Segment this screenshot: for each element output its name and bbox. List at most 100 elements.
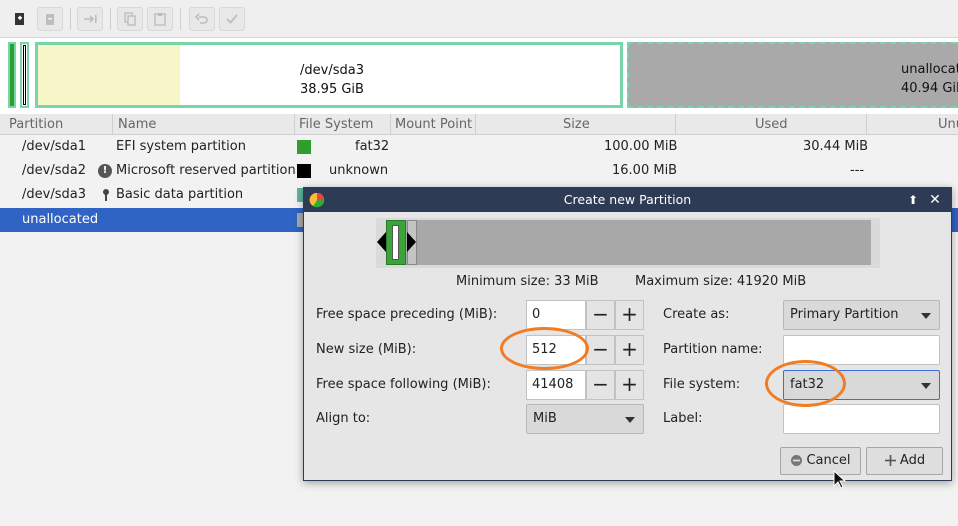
align-to-value: MiB [533,411,557,426]
partition-name-input[interactable] [783,335,940,365]
cell-used: 30.44 MiB [803,139,869,154]
label-input[interactable] [783,404,940,434]
align-to-label: Align to: [316,411,371,426]
add-icon [884,455,896,466]
delete-button[interactable] [37,7,63,31]
apply-button[interactable] [219,7,245,31]
paste-button[interactable] [147,7,173,31]
toolbar [0,0,958,38]
disk-map-sda1[interactable] [8,42,16,108]
resize-move-icon [84,15,97,23]
disk-map-sda3[interactable]: /dev/sda3 38.95 GiB [35,42,623,108]
cell-name: Basic data partition [116,187,244,202]
cell-name: EFI system partition [116,139,246,154]
file-system-value: fat32 [790,377,825,392]
chevron-down-icon [921,313,931,319]
undo-button[interactable] [189,7,215,31]
column-header-file-system[interactable]: File System [299,116,373,134]
free-preceding-spinner: 0 − + [526,300,644,330]
copy-icon [124,12,136,26]
file-system-label: File system: [663,377,741,392]
minimum-size-label: Minimum size: 33 MiB [456,274,599,289]
resize-move-button[interactable] [77,7,103,31]
disk-map-unallocated-name: unallocated [901,62,958,77]
free-following-label: Free space following (MiB): [316,377,491,392]
cell-file-system: fat32 [355,139,390,154]
new-partition-button[interactable] [7,7,33,31]
create-partition-dialog: Create new Partition ⬆ ✕ Minimum size: 3… [303,187,952,481]
key-icon [103,189,109,201]
resizer-new-partition[interactable] [386,220,406,265]
free-following-decrement-button[interactable]: − [586,370,615,400]
resize-left-arrow-icon[interactable] [377,232,386,252]
new-size-decrement-button[interactable]: − [586,335,615,365]
cell-partition: /dev/sda3 [22,187,86,202]
paste-icon [154,13,166,26]
column-header-name[interactable]: Name [118,116,156,134]
maximum-size-label: Maximum size: 41920 MiB [635,274,807,289]
delete-icon [46,14,54,25]
add-button[interactable]: Add [866,447,943,475]
cell-partition: /dev/sda2 [22,163,86,178]
align-to-dropdown[interactable]: MiB [526,404,644,434]
gparted-app-icon [309,192,325,208]
new-size-spinner: 512 − + [526,335,644,365]
new-size-increment-button[interactable]: + [615,335,644,365]
cancel-button-label: Cancel [806,453,851,468]
dialog-title: Create new Partition [563,192,692,207]
disk-map-unallocated[interactable]: unallocated 40.94 GiB [627,42,958,108]
free-following-input[interactable]: 41408 [526,370,586,400]
fs-color-swatch [297,140,311,154]
apply-check-icon [226,14,238,24]
add-button-label: Add [899,453,926,468]
create-as-value: Primary Partition [790,307,899,322]
info-icon: ! [98,164,112,178]
cell-partition: unallocated [22,212,99,227]
free-preceding-decrement-button[interactable]: − [586,300,615,330]
partition-resizer[interactable] [376,218,880,268]
column-header-partition[interactable]: Partition [9,116,63,134]
cell-file-system: unknown [329,163,389,178]
column-header-mount-point[interactable]: Mount Point [395,116,472,134]
free-preceding-input[interactable]: 0 [526,300,586,330]
free-preceding-label: Free space preceding (MiB): [316,307,498,322]
partition-name-label: Partition name: [663,342,763,357]
file-system-dropdown[interactable]: fat32 [783,370,940,400]
disk-map: /dev/sda3 38.95 GiB unallocated 40.94 Gi… [0,38,958,114]
cancel-button[interactable]: Cancel [780,447,861,475]
resizer-free-area [386,220,871,265]
undo-icon [195,13,208,24]
table-header: Partition Name File System Mount Point S… [0,114,958,135]
cell-name: Microsoft reserved partition [116,163,296,178]
cell-size: 100.00 MiB [604,139,678,154]
cell-partition: /dev/sda1 [22,139,86,154]
table-row[interactable]: /dev/sda2 ! Microsoft reserved partition… [0,159,958,183]
keep-above-icon[interactable]: ⬆ [905,188,921,212]
table-row[interactable]: /dev/sda1 EFI system partition fat32 100… [0,135,958,159]
disk-map-sda3-name: /dev/sda3 [300,63,364,78]
label-field-label: Label: [663,411,703,426]
new-partition-icon [15,13,24,25]
column-header-unused[interactable]: Unu [938,116,958,134]
copy-button[interactable] [117,7,143,31]
column-header-used[interactable]: Used [755,116,788,134]
free-following-increment-button[interactable]: + [615,370,644,400]
create-as-dropdown[interactable]: Primary Partition [783,300,940,330]
resize-right-arrow-icon[interactable] [407,232,416,252]
new-size-input[interactable]: 512 [526,335,586,365]
free-following-spinner: 41408 − + [526,370,644,400]
chevron-down-icon [921,383,931,389]
mouse-cursor-icon [833,470,847,489]
cancel-icon [791,455,803,466]
used-space-bar [38,45,180,105]
create-as-label: Create as: [663,307,730,322]
free-preceding-increment-button[interactable]: + [615,300,644,330]
dialog-titlebar: Create new Partition ⬆ ✕ [304,188,951,212]
cell-size: 16.00 MiB [612,163,678,178]
new-size-label: New size (MiB): [316,342,417,357]
chevron-down-icon [625,417,635,423]
disk-map-unallocated-size: 40.94 GiB [901,81,958,96]
disk-map-sda2[interactable] [20,42,29,108]
close-icon[interactable]: ✕ [927,188,943,212]
column-header-size[interactable]: Size [563,116,590,134]
